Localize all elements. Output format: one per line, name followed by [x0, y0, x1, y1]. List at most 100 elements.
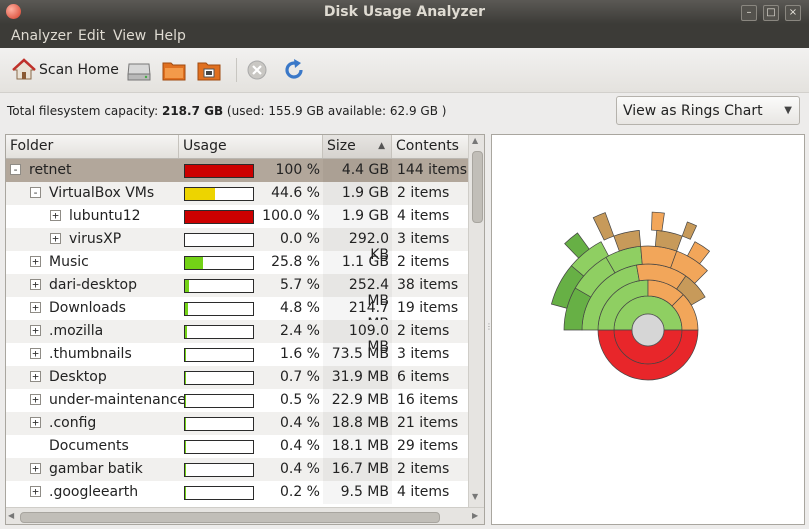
expand-icon[interactable]: +	[30, 256, 41, 267]
usage-bar-fill	[185, 349, 187, 361]
usage-percent: 4.8 %	[279, 300, 320, 316]
capacity-prefix: Total filesystem capacity:	[7, 104, 162, 118]
folder-contents: 2 items	[397, 461, 450, 477]
table-row[interactable]: Documents 0.4 % 18.1 MB 29 items	[6, 435, 468, 458]
folder-name: virusXP	[69, 231, 122, 247]
folder-contents: 6 items	[397, 369, 450, 385]
rings-chart[interactable]	[492, 135, 804, 524]
folder-contents: 2 items	[397, 185, 450, 201]
usage-percent: 100.0 %	[262, 208, 320, 224]
collapse-icon[interactable]: -	[30, 187, 41, 198]
folder-name: .mozilla	[49, 323, 104, 339]
expand-icon[interactable]: +	[30, 371, 41, 382]
usage-bar-fill	[185, 188, 216, 200]
menu-edit[interactable]: Edit	[78, 28, 105, 44]
table-row[interactable]: - retnet 100 % 4.4 GB 144 items	[6, 159, 468, 182]
collapse-icon[interactable]: -	[10, 164, 21, 175]
folder-size: 31.9 MB	[331, 369, 389, 385]
expand-icon[interactable]: +	[30, 348, 41, 359]
scan-remote-folder-button[interactable]	[196, 56, 222, 84]
scan-folder-button[interactable]	[161, 56, 187, 84]
folder-name: lubuntu12	[69, 208, 141, 224]
table-row[interactable]: +Downloads4.8 %214.7 MB19 items	[6, 297, 468, 332]
usage-bar	[184, 187, 254, 201]
folder-contents: 16 items	[397, 392, 459, 408]
maximize-button[interactable]: □	[763, 5, 779, 21]
view-selector[interactable]: View as Rings Chart ▼	[616, 96, 800, 125]
usage-percent: 0.5 %	[279, 392, 320, 408]
table-row[interactable]: + .thumbnails 1.6 % 73.5 MB 3 items	[6, 343, 468, 366]
column-header-usage[interactable]: Usage	[179, 135, 323, 158]
usage-bar-fill	[185, 211, 253, 223]
ring-segment[interactable]	[592, 212, 615, 241]
scroll-up-icon[interactable]: ▲	[472, 136, 478, 145]
menu-help[interactable]: Help	[154, 28, 186, 44]
table-row[interactable]: + lubuntu12 100.0 % 1.9 GB 4 items	[6, 205, 468, 228]
usage-bar	[184, 256, 254, 270]
table-row[interactable]: + dari-desktop 5.7 % 252.4 MB 38 items	[6, 274, 468, 309]
expand-icon[interactable]: +	[30, 279, 41, 290]
usage-percent: 0.2 %	[279, 484, 320, 500]
table-row[interactable]: + Desktop 0.7 % 31.9 MB 6 items	[6, 366, 468, 389]
view-selector-value: View as Rings Chart	[623, 103, 763, 119]
folder-icon	[162, 62, 186, 81]
minimize-button[interactable]: –	[741, 5, 757, 21]
table-row[interactable]: + Music 25.8 % 1.1 GB 2 items	[6, 251, 468, 274]
expand-icon[interactable]: +	[30, 325, 41, 336]
stop-button[interactable]	[246, 56, 268, 84]
scan-home-button[interactable]: Scan Home	[12, 56, 119, 84]
column-header-size[interactable]: Size ▲	[323, 135, 392, 158]
vertical-scroll-thumb[interactable]	[472, 151, 483, 223]
ring-segment[interactable]	[681, 221, 698, 240]
ring-segment[interactable]	[651, 211, 665, 232]
usage-percent: 1.6 %	[279, 346, 320, 362]
vertical-scrollbar[interactable]: ▲ ▼	[468, 135, 484, 507]
scroll-down-icon[interactable]: ▼	[472, 492, 478, 501]
table-row[interactable]: + virusXP 0.0 % 292.0 KB 3 items	[6, 228, 468, 263]
menu-analyzer[interactable]: Analyzer	[11, 28, 72, 44]
folder-name: .config	[49, 415, 97, 431]
expand-icon[interactable]: +	[50, 233, 61, 244]
folder-name: VirtualBox VMs	[49, 185, 155, 201]
column-header-folder[interactable]: Folder	[6, 135, 179, 158]
expand-icon[interactable]: +	[50, 210, 61, 221]
table-row[interactable]: - VirtualBox VMs 44.6 % 1.9 GB 2 items	[6, 182, 468, 205]
horizontal-scrollbar[interactable]: ◀ ▶	[6, 507, 484, 524]
table-row[interactable]: + .googleearth 0.2 % 9.5 MB 4 items	[6, 481, 468, 504]
refresh-button[interactable]	[282, 56, 306, 84]
title-bar: Disk Usage Analyzer – □ ×	[0, 0, 809, 24]
expand-icon[interactable]: +	[30, 394, 41, 405]
folder-size: 73.5 MB	[331, 346, 389, 362]
usage-bar	[184, 440, 254, 454]
capacity-detail: (used: 155.9 GB available: 62.9 GB )	[223, 104, 447, 118]
capacity-total: 218.7 GB	[161, 104, 224, 118]
menu-view[interactable]: View	[113, 28, 146, 44]
table-row[interactable]: + gambar batik 0.4 % 16.7 MB 2 items	[6, 458, 468, 481]
expand-icon[interactable]: +	[30, 463, 41, 474]
folder-size: 18.8 MB	[331, 415, 389, 431]
usage-bar	[184, 348, 254, 362]
folder-size: 16.7 MB	[331, 461, 389, 477]
usage-percent: 0.4 %	[279, 438, 320, 454]
table-row[interactable]: + .config 0.4 % 18.8 MB 21 items	[6, 412, 468, 435]
window-title: Disk Usage Analyzer	[323, 4, 486, 20]
column-header-contents[interactable]: Contents	[392, 135, 468, 158]
folder-size: 1.9 GB	[341, 185, 389, 201]
expand-icon[interactable]: +	[30, 417, 41, 428]
scroll-right-icon[interactable]: ▶	[472, 511, 478, 520]
remote-folder-icon	[197, 62, 221, 81]
expand-icon[interactable]: +	[30, 486, 41, 497]
usage-bar	[184, 394, 254, 408]
expand-icon[interactable]: +	[30, 302, 41, 313]
rings-center[interactable]	[631, 313, 665, 347]
close-window-button[interactable]: ×	[785, 5, 801, 21]
folder-contents: 29 items	[397, 438, 459, 454]
horizontal-scroll-thumb[interactable]	[20, 512, 440, 523]
usage-bar	[184, 463, 254, 477]
table-row[interactable]: + .mozilla 2.4 % 109.0 MB 2 items	[6, 320, 468, 355]
table-row[interactable]: + under-maintenance 0.5 % 22.9 MB 16 items	[6, 389, 468, 412]
scroll-left-icon[interactable]: ◀	[8, 511, 14, 520]
dropdown-arrow-icon: ▼	[784, 105, 792, 116]
scan-filesystem-button[interactable]	[126, 56, 152, 84]
usage-percent: 5.7 %	[279, 277, 320, 293]
